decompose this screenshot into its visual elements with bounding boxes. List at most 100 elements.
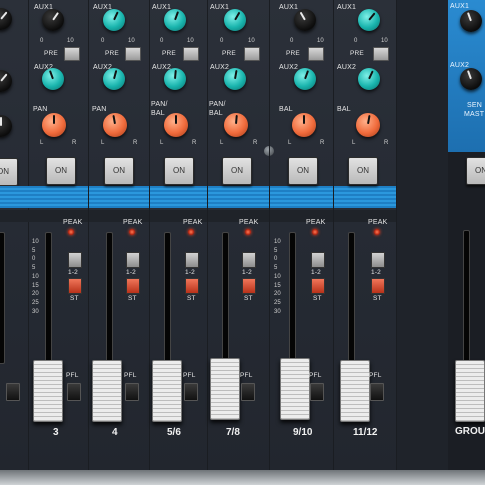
pre-button[interactable] (373, 47, 389, 61)
pre-button[interactable] (64, 47, 80, 61)
st-label: ST (313, 295, 322, 302)
pan-bal-knob[interactable] (224, 113, 248, 137)
pfl-label: PFL (66, 372, 79, 379)
channel-number: 5/6 (167, 427, 181, 438)
aux1-scale-min: 0 (354, 38, 358, 44)
aux1-knob[interactable] (0, 8, 12, 30)
pre-button[interactable] (183, 47, 199, 61)
on-button[interactable]: ON (46, 157, 76, 185)
st-button[interactable] (185, 278, 199, 294)
table-surface (0, 470, 485, 485)
fader-slot (45, 232, 52, 364)
aux1-scale-min: 0 (290, 38, 294, 44)
pre-label: PRE (44, 50, 58, 57)
pan-knob[interactable] (103, 113, 127, 137)
group-1-2-label: 1-2 (68, 269, 78, 276)
pfl-button[interactable] (67, 383, 81, 401)
group-1-2-button[interactable] (242, 252, 256, 268)
bal-knob[interactable] (356, 113, 380, 137)
pan-left-label: L (288, 140, 292, 146)
peak-label: PEAK (239, 219, 259, 226)
fader-cap[interactable] (92, 360, 122, 422)
aux1-knob[interactable] (103, 9, 125, 31)
master-on-button[interactable]: ON (466, 157, 485, 185)
channel-strip-7-8: AUX1 0 10 PRE AUX2 PAN/ BAL L R ON PEAK … (208, 0, 274, 470)
pfl-button[interactable] (370, 383, 384, 401)
group-1-2-button[interactable] (126, 252, 140, 268)
aux1-knob[interactable] (224, 9, 246, 31)
pan-right-label: R (192, 140, 197, 146)
bal-knob[interactable] (292, 113, 316, 137)
aux2-knob[interactable] (103, 68, 125, 90)
st-button[interactable] (311, 278, 325, 294)
group-1-2-button[interactable] (68, 252, 82, 268)
pan-left-label: L (101, 140, 105, 146)
group-1-2-button[interactable] (371, 252, 385, 268)
pan-right-label: R (133, 140, 138, 146)
fader-cap[interactable] (210, 358, 240, 420)
fader-cap[interactable] (340, 360, 370, 422)
fader-cap[interactable] (280, 358, 310, 420)
group-1-2-button[interactable] (311, 252, 325, 268)
pfl-label: PFL (124, 372, 137, 379)
on-button[interactable]: ON (104, 157, 134, 185)
peak-led (188, 229, 194, 235)
master-aux2-knob[interactable] (460, 68, 482, 90)
aux1-knob[interactable] (164, 9, 186, 31)
on-button-label: ON (297, 166, 309, 175)
group-1-2-label: 1-2 (242, 269, 252, 276)
aux2-knob[interactable] (224, 68, 246, 90)
pre-button[interactable] (244, 47, 260, 61)
aux1-knob[interactable] (358, 9, 380, 31)
on-button[interactable]: ON (222, 157, 252, 185)
aux1-scale-min: 0 (220, 38, 224, 44)
peak-led (312, 229, 318, 235)
pan-bal-knob[interactable] (164, 113, 188, 137)
pre-label: PRE (286, 50, 300, 57)
on-button[interactable]: ON (164, 157, 194, 185)
aux1-knob[interactable] (42, 9, 64, 31)
pan-left-label: L (40, 140, 44, 146)
aux2-knob[interactable] (164, 68, 186, 90)
aux1-knob[interactable] (294, 9, 316, 31)
pre-button[interactable] (308, 47, 324, 61)
on-button-label: ON (173, 166, 185, 175)
st-button[interactable] (126, 278, 140, 294)
group-1-2-button[interactable] (185, 252, 199, 268)
aux2-knob[interactable] (294, 68, 316, 90)
master-aux1-knob[interactable] (460, 10, 482, 32)
pan-knob[interactable] (42, 113, 66, 137)
master-on-label: ON (475, 166, 485, 175)
pfl-button[interactable] (6, 383, 20, 401)
master-fader-cap[interactable] (455, 360, 485, 422)
on-button[interactable]: ON (0, 158, 18, 186)
on-button[interactable]: ON (348, 157, 378, 185)
pan-right-label: R (384, 140, 389, 146)
pan-right-label: R (72, 140, 77, 146)
st-button[interactable] (242, 278, 256, 294)
fader-slot (222, 232, 229, 364)
on-button-label: ON (113, 166, 125, 175)
fader-cap[interactable] (33, 360, 63, 422)
peak-led (245, 229, 251, 235)
peak-label: PEAK (63, 219, 83, 226)
group-1-2-label: 1-2 (185, 269, 195, 276)
aux1-scale-max: 10 (381, 38, 388, 44)
st-label: ST (373, 295, 382, 302)
pfl-button[interactable] (184, 383, 198, 401)
pfl-button[interactable] (125, 383, 139, 401)
aux2-knob[interactable] (358, 68, 380, 90)
pfl-button[interactable] (310, 383, 324, 401)
st-button[interactable] (371, 278, 385, 294)
on-button-label: ON (231, 166, 243, 175)
pan-knob[interactable] (0, 115, 12, 137)
pfl-button[interactable] (241, 383, 255, 401)
fader-cap[interactable] (152, 360, 182, 422)
channel-strip-11-12: AUX1 0 10 PRE AUX2 BAL L R ON PEAK 1-2 S… (334, 0, 397, 470)
aux2-knob[interactable] (0, 70, 12, 92)
pre-button[interactable] (125, 47, 141, 61)
aux2-knob[interactable] (42, 68, 64, 90)
pan-bal-label-line1: PAN/ (209, 101, 226, 108)
on-button[interactable]: ON (288, 157, 318, 185)
st-button[interactable] (68, 278, 82, 294)
